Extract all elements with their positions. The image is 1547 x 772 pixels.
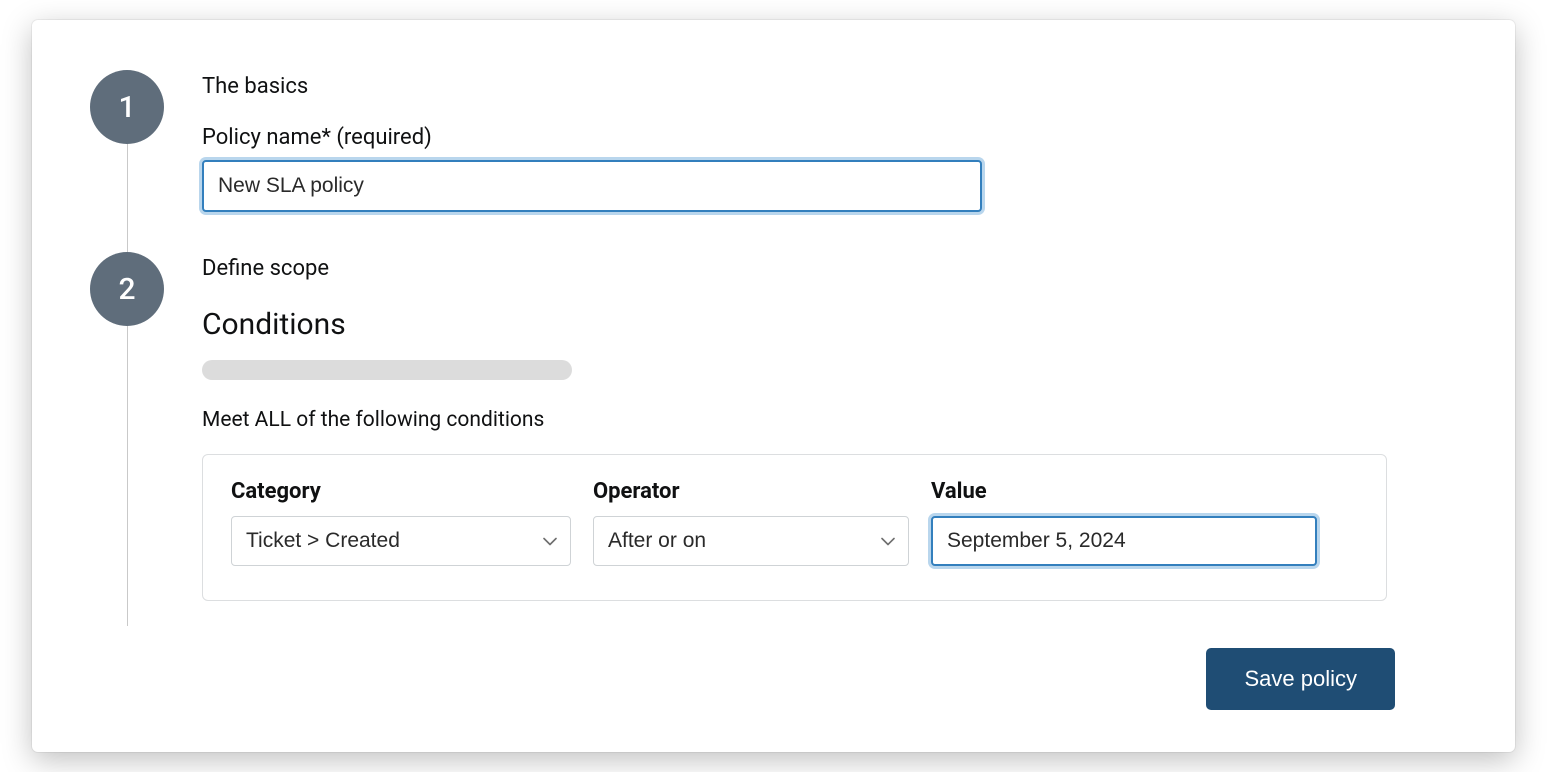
policy-name-input[interactable]: [202, 160, 982, 212]
category-select[interactable]: [231, 516, 571, 566]
policy-name-label: Policy name* (required): [202, 125, 1457, 150]
conditions-heading: Conditions: [202, 307, 1457, 342]
condition-category-column: Category: [231, 479, 571, 566]
actions-row: Save policy: [1206, 648, 1395, 710]
operator-select-wrap: [593, 516, 909, 566]
value-column-label: Value: [931, 479, 1317, 504]
step-connector: [127, 326, 128, 626]
conditions-box: Category Operator: [202, 454, 1387, 601]
step-scope-title: Define scope: [202, 256, 1457, 281]
condition-operator-column: Operator: [593, 479, 909, 566]
step-basics-body: The basics Policy name* (required): [202, 70, 1457, 212]
operator-select[interactable]: [593, 516, 909, 566]
step-number-1: 1: [118, 90, 135, 125]
condition-value-column: Value: [931, 479, 1317, 566]
policy-form-panel: 1 The basics Policy name* (required) 2 D…: [32, 20, 1515, 752]
category-select-wrap: [231, 516, 571, 566]
conditions-intro: Meet ALL of the following conditions: [202, 408, 1457, 432]
category-column-label: Category: [231, 479, 571, 504]
step-basics: 1 The basics Policy name* (required): [90, 70, 1457, 212]
step-number-2: 2: [118, 272, 135, 307]
step-connector: [127, 144, 128, 264]
value-input[interactable]: [931, 516, 1317, 566]
operator-column-label: Operator: [593, 479, 909, 504]
save-policy-button[interactable]: Save policy: [1206, 648, 1395, 710]
step-basics-title: The basics: [202, 74, 1457, 99]
step-indicator-2: 2: [90, 252, 164, 326]
step-indicator-1: 1: [90, 70, 164, 144]
step-scope-body: Define scope Conditions Meet ALL of the …: [202, 252, 1457, 601]
step-scope: 2 Define scope Conditions Meet ALL of th…: [90, 252, 1457, 601]
conditions-description-placeholder: [202, 360, 572, 380]
